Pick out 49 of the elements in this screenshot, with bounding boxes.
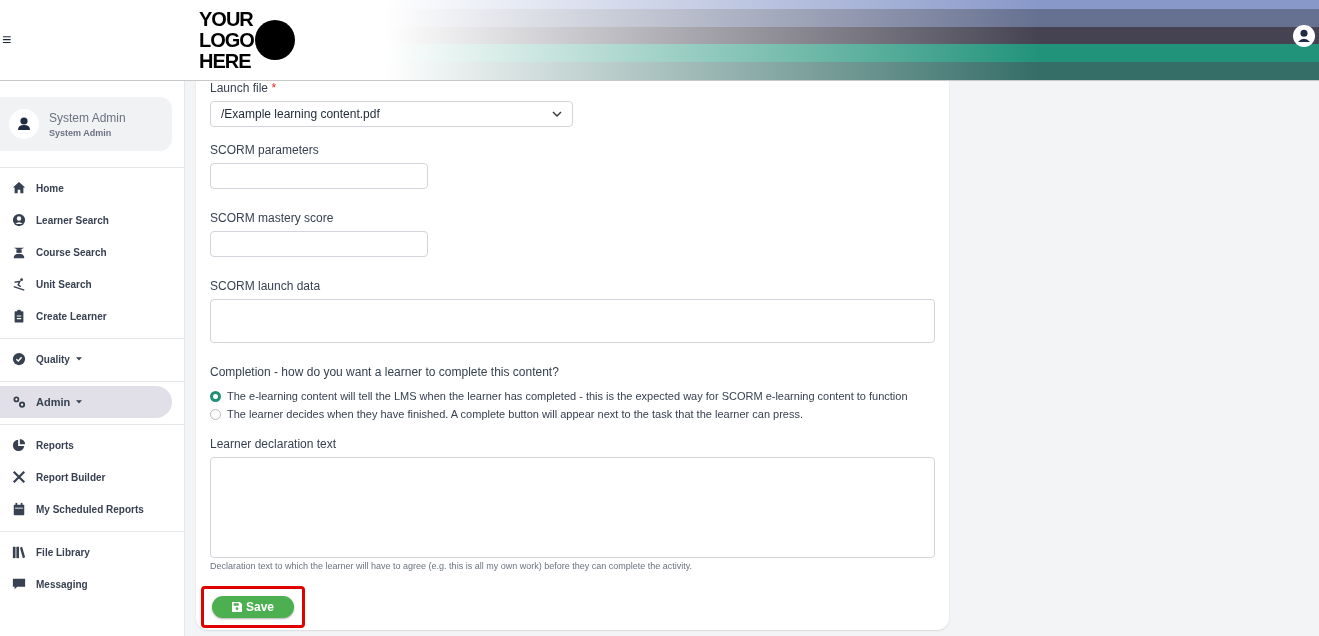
sidebar-item[interactable]: Unit Search — [0, 268, 172, 300]
field-label: Learner declaration text — [210, 437, 338, 451]
logo-text: LOGO — [199, 29, 254, 51]
chat-icon — [12, 577, 26, 591]
check-circle-icon — [12, 352, 26, 366]
caret-icon — [75, 357, 82, 361]
user-role: System Admin — [49, 127, 113, 138]
user-avatar-icon[interactable] — [1293, 25, 1315, 47]
field-label: SCORM parameters — [210, 143, 320, 157]
declaration-textarea[interactable] — [210, 457, 935, 558]
help-text: Declaration text to which the learner will have to agree (e.g. this is all my own work) before they can complete the activity. — [210, 561, 694, 571]
sidebar-item[interactable]: Learner Search — [0, 204, 172, 236]
option-label: The learner decides when they have finished. A complete button will appear next to the task that the learner can press. — [227, 408, 803, 420]
home-icon — [12, 181, 26, 195]
radio-button[interactable] — [210, 390, 221, 402]
launch-file-select[interactable]: /Example learning content.pdf — [210, 101, 573, 127]
option-label: The e-learning content will tell the LMS when the learner has completed - this is the expected way for SCORM e-learning content to function — [227, 390, 908, 402]
gears-icon — [12, 395, 26, 409]
logo-text: HERE — [199, 50, 251, 72]
question-text: Completion - how do you want a learner to complete this content? — [210, 365, 560, 379]
field-label: SCORM mastery score — [210, 211, 335, 225]
logo-text: YOUR — [199, 8, 253, 30]
skier-icon — [12, 277, 26, 291]
books-icon — [12, 545, 26, 559]
sidebar-item[interactable]: Messaging — [0, 568, 172, 600]
sidebar-item[interactable]: File Library — [0, 536, 172, 568]
sidebar-item[interactable]: Admin — [0, 386, 172, 418]
input-field[interactable] — [210, 163, 428, 189]
field-label: SCORM launch data — [210, 279, 322, 293]
input-field[interactable] — [210, 299, 935, 343]
caret-icon — [76, 400, 83, 404]
user-avatar-icon — [9, 109, 39, 139]
pie-chart-icon — [12, 438, 26, 452]
input-field[interactable] — [210, 231, 428, 257]
sidebar-item[interactable]: Reports — [0, 429, 172, 461]
clipboard-icon — [12, 309, 26, 323]
sidebar-item[interactable]: Quality — [0, 343, 172, 375]
field-label: Launch file * — [210, 81, 278, 95]
chevron-down-icon — [552, 111, 562, 117]
user-name: System Admin — [49, 110, 126, 125]
sidebar-item[interactable]: Create Learner — [0, 300, 172, 332]
user-circle-icon — [12, 213, 26, 227]
sidebar-item[interactable]: Report Builder — [0, 461, 172, 493]
sidebar-item[interactable]: My Scheduled Reports — [0, 493, 172, 525]
sidebar-item[interactable]: Home — [0, 172, 172, 204]
calendar-icon — [12, 502, 26, 516]
logo-circle-icon — [254, 20, 295, 60]
menu-icon[interactable]: ≡ — [2, 31, 16, 49]
sidebar-item[interactable]: Course Search — [0, 236, 172, 268]
